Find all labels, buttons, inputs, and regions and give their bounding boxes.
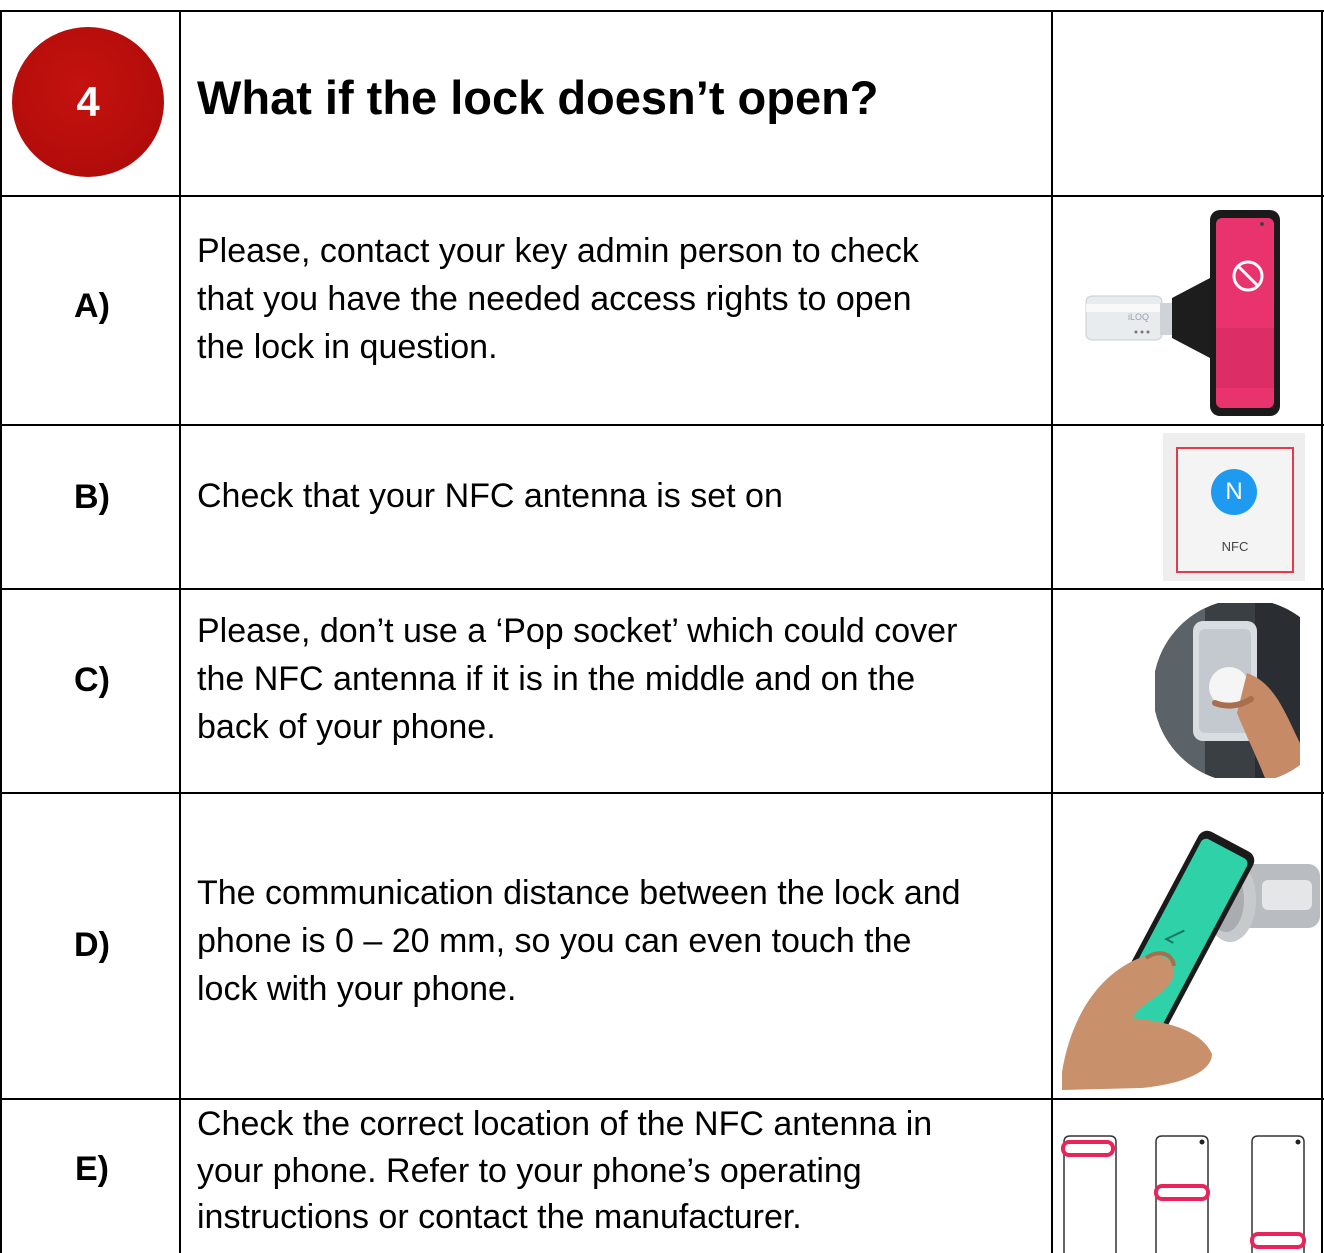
column-divider: [179, 10, 181, 1253]
row-text-b: Check that your NFC antenna is set on: [197, 477, 783, 515]
nfc-antenna-location-diagram: [1061, 1135, 1306, 1253]
row-label-d: D): [74, 926, 110, 964]
step-number-badge: 4: [12, 27, 164, 177]
nfc-tile-frame: N NFC: [1176, 447, 1294, 573]
row-divider: [0, 424, 1324, 426]
phone-antenna-middle: [1154, 1135, 1210, 1253]
column-divider: [0, 10, 2, 1253]
row-divider: [0, 195, 1324, 197]
pop-socket-image: [1155, 603, 1300, 778]
nfc-tile-label: NFC: [1221, 539, 1249, 554]
row-divider: [0, 792, 1324, 794]
page-title: What if the lock doesn’t open?: [197, 71, 879, 124]
nfc-settings-tile: N NFC: [1163, 433, 1305, 581]
lock-and-phone-image: iLOQ: [1085, 210, 1280, 416]
row-text-a: Please, contact your key admin person to…: [197, 232, 919, 366]
nfc-icon: N: [1211, 469, 1257, 515]
row-text-d: The communication distance between the l…: [197, 874, 961, 1008]
row-text-c: Please, don’t use a ‘Pop socket’ which c…: [197, 612, 958, 746]
row-label-e: E): [75, 1150, 109, 1188]
phone-touching-lock-image: [1062, 830, 1320, 1090]
row-label-c: C): [74, 661, 110, 699]
column-divider: [1051, 10, 1053, 1253]
phone-antenna-top: [1061, 1135, 1117, 1253]
row-divider: [0, 588, 1324, 590]
row-label-a: A): [74, 287, 110, 325]
lock-brand-text: iLOQ: [1128, 312, 1149, 322]
row-divider: [0, 10, 1324, 12]
phone-antenna-bottom: [1250, 1135, 1306, 1253]
row-label-b: B): [74, 478, 110, 516]
row-text-e: Check the correct location of the NFC an…: [197, 1105, 933, 1236]
